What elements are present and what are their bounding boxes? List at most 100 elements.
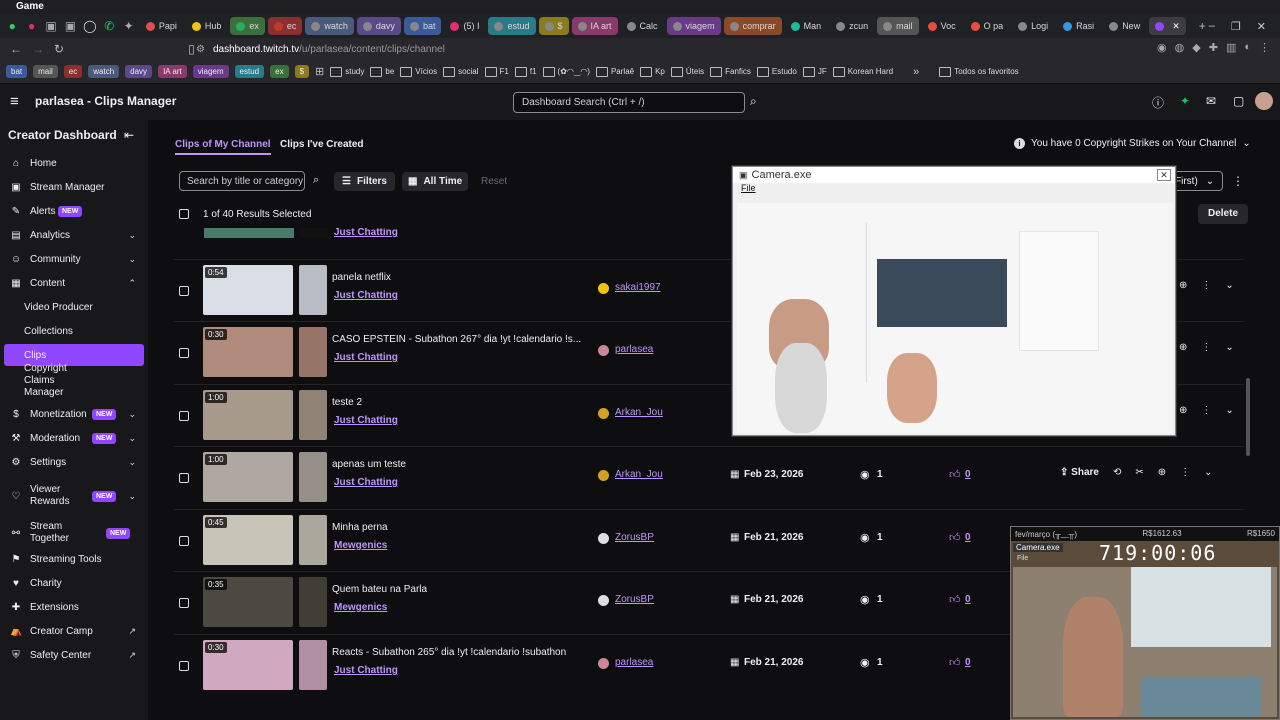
clip-game[interactable]: Just Chatting: [334, 415, 398, 426]
sidebar-item-streaming-tools[interactable]: ⚑ Streaming Tools: [0, 548, 148, 570]
search-icon[interactable]: ⌕: [750, 94, 757, 109]
clip-title[interactable]: Minha perna: [332, 522, 388, 533]
bookmark-item[interactable]: bat: [6, 65, 28, 78]
bookmark-item[interactable]: watch: [88, 65, 120, 78]
share-button[interactable]: ⇪ Share: [1060, 467, 1099, 478]
github-icon[interactable]: ◯: [82, 16, 98, 36]
restore-icon[interactable]: ❐: [1231, 20, 1241, 33]
bookmark-folder[interactable]: Parlaê: [596, 67, 634, 77]
bookmark-item[interactable]: $: [294, 65, 310, 78]
sidebar-item-alerts[interactable]: ✎ Alerts NEW: [0, 200, 148, 222]
clip-likes[interactable]: 0: [965, 469, 971, 480]
browser-tab[interactable]: Voc: [922, 17, 962, 35]
sidebar-item-creator-camp[interactable]: ⛺ Creator Camp ↗: [0, 620, 148, 642]
whatsapp-icon[interactable]: ●: [4, 16, 20, 36]
sidebar-item-settings[interactable]: ⚙ Settings ⌄: [0, 451, 148, 473]
clip-likes[interactable]: 0: [965, 657, 971, 668]
sidebar-item-charity[interactable]: ♥ Charity: [0, 572, 148, 594]
bookmark-folder[interactable]: Vícios: [400, 67, 437, 77]
clip-creator[interactable]: parlasea: [615, 657, 653, 668]
sidebar-item-analytics[interactable]: ▤ Analytics ⌄: [0, 224, 148, 246]
add-to-collection-icon[interactable]: ⊕: [1179, 405, 1187, 416]
clip-creator[interactable]: parlasea: [615, 344, 653, 355]
clip-creator[interactable]: ZorusBP: [615, 532, 654, 543]
browser-tab[interactable]: $: [538, 17, 569, 35]
pinned-tab-icon[interactable]: ✆: [101, 16, 117, 36]
sidebar-item-monetization[interactable]: $ Monetization NEW ⌄: [0, 403, 148, 425]
bookmark-folder[interactable]: f1: [515, 67, 537, 77]
clip-thumbnail[interactable]: 0:30: [203, 327, 293, 377]
row-checkbox[interactable]: [179, 661, 189, 671]
menu-icon[interactable]: ⋮: [1259, 41, 1270, 54]
site-info-icon[interactable]: ⚙: [196, 44, 205, 55]
clip-thumbnail[interactable]: 1:00: [203, 452, 293, 502]
all-bookmarks-folder[interactable]: Todos os favoritos: [939, 67, 1018, 77]
row-checkbox[interactable]: [179, 598, 189, 608]
browser-tab[interactable]: watch: [305, 17, 354, 35]
browser-tab[interactable]: zcun: [830, 17, 874, 35]
clip-title[interactable]: Quem bateu na Parla: [332, 584, 427, 595]
bookmark-item[interactable]: ex: [270, 65, 289, 78]
clip-title[interactable]: panela netflix: [332, 272, 391, 283]
copyright-strikes-notice[interactable]: i You have 0 Copyright Strikes on Your C…: [1014, 138, 1251, 149]
sidebar-item-moderation[interactable]: ⚒ Moderation NEW ⌄: [0, 427, 148, 449]
reload-icon[interactable]: ↻: [54, 42, 64, 56]
browser-tab[interactable]: Calc: [621, 17, 664, 35]
add-to-collection-icon[interactable]: ⊕: [1179, 342, 1187, 353]
avatar[interactable]: [1255, 92, 1273, 110]
scissors-icon[interactable]: ✂: [1135, 467, 1143, 478]
clip-thumbnail[interactable]: 0:45: [203, 515, 293, 565]
row-checkbox[interactable]: [179, 286, 189, 296]
table-row[interactable]: 1:00 apenas um teste Just Chatting Arkan_Jo…: [174, 446, 1244, 508]
mail-icon[interactable]: ✉: [1206, 94, 1216, 108]
bookmark-folder[interactable]: Fanfics: [710, 67, 751, 77]
bookmark-folder[interactable]: F1: [485, 67, 509, 77]
apps-grid-icon[interactable]: ⊞: [315, 65, 324, 78]
reset-button[interactable]: Reset: [481, 176, 507, 187]
bookmark-icon[interactable]: ▯: [188, 42, 195, 56]
clip-title[interactable]: teste 2: [332, 397, 362, 408]
time-range-button[interactable]: ▦ All Time: [402, 172, 469, 191]
sidebar-icon[interactable]: ▥: [1226, 41, 1236, 54]
instagram-icon[interactable]: ●: [23, 16, 39, 36]
bookmark-folder[interactable]: be: [370, 67, 394, 77]
bookmark-folder[interactable]: JF: [803, 67, 827, 77]
filters-button[interactable]: ☰ Filters: [334, 172, 395, 191]
chevron-down-icon[interactable]: ⌄: [1225, 280, 1233, 291]
clip-thumbnail[interactable]: 0:30: [203, 640, 293, 690]
tab-clips-ive-created[interactable]: Clips I've Created: [280, 139, 364, 150]
add-to-collection-icon[interactable]: ⊕: [1179, 280, 1187, 291]
more-options-icon[interactable]: ⋮: [1180, 467, 1190, 478]
extension-icon[interactable]: ◍: [1175, 41, 1185, 54]
bookmark-item[interactable]: estud: [234, 65, 265, 78]
bookmark-item[interactable]: davy: [125, 65, 153, 78]
bookmark-item[interactable]: IA art: [158, 65, 187, 78]
browser-tab[interactable]: (5) I: [444, 17, 485, 35]
sidebar-item-home[interactable]: ⌂ Home: [0, 152, 148, 174]
browser-tab[interactable]: davy: [356, 17, 401, 35]
bookmark-folder[interactable]: Úteis: [671, 67, 704, 77]
clip-game[interactable]: Mewgenics: [334, 602, 387, 613]
sidebar-item-viewer-rewards[interactable]: ♡ Viewer Rewards NEW ⌄: [0, 481, 148, 511]
drops-icon[interactable]: ✦: [1180, 94, 1190, 108]
browser-tab[interactable]: ex: [230, 17, 265, 35]
select-all-checkbox[interactable]: [179, 209, 189, 219]
clip-title[interactable]: apenas um teste: [332, 459, 406, 470]
bookmark-folder[interactable]: Kp: [640, 67, 665, 77]
close-icon[interactable]: ✕: [1157, 169, 1171, 181]
dashboard-search-input[interactable]: Dashboard Search (Ctrl + /): [513, 92, 745, 113]
clip-creator[interactable]: ZorusBP: [615, 594, 654, 605]
browser-tab[interactable]: IA art: [571, 17, 618, 35]
forward-icon[interactable]: →: [32, 42, 44, 56]
clip-likes[interactable]: 0: [965, 594, 971, 605]
clip-thumbnail[interactable]: 0:54: [203, 265, 293, 315]
sidebar-item-extensions[interactable]: ✚ Extensions: [0, 596, 148, 618]
sidebar-item-safety-center[interactable]: ⛨ Safety Center ↗: [0, 644, 148, 666]
more-options-icon[interactable]: ⋮: [1201, 405, 1211, 416]
clip-game[interactable]: Just Chatting: [334, 665, 398, 676]
row-checkbox[interactable]: [179, 536, 189, 546]
clip-game[interactable]: Just Chatting: [334, 352, 398, 363]
clip-creator[interactable]: Arkan_Jou: [615, 407, 663, 418]
row-checkbox[interactable]: [179, 411, 189, 421]
hamburger-icon[interactable]: ≡: [10, 93, 19, 110]
